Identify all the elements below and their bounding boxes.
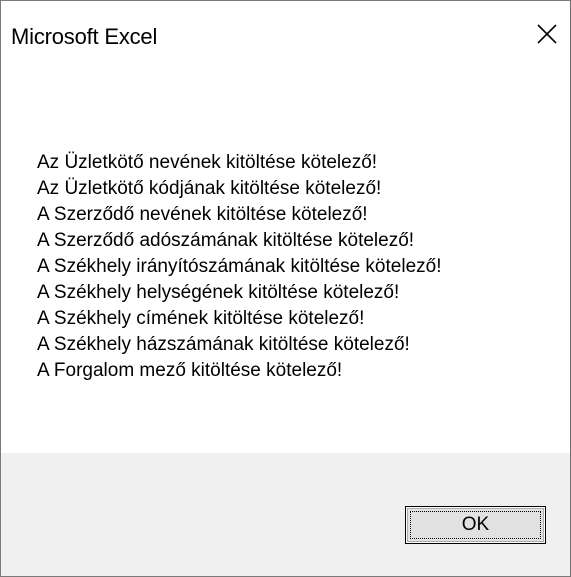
message-line: Az Üzletkötő kódjának kitöltése kötelező… — [37, 178, 382, 199]
message-line: A Forgalom mező kitöltése kötelező! — [37, 360, 343, 381]
ok-button-label: OK — [461, 514, 490, 535]
message-line: A Székhely házszámának kitöltése kötelez… — [37, 334, 410, 355]
message-line: A Székhely címének kitöltése kötelező! — [37, 308, 365, 329]
message-area: Az Üzletkötő nevének kitöltése kötelező!… — [1, 77, 570, 453]
close-icon — [537, 24, 557, 44]
message-box-dialog: Microsoft Excel Az Üzletkötő nevének kit… — [0, 0, 571, 577]
message-line: A Székhely helységének kitöltése kötelez… — [37, 282, 400, 303]
window-title: Microsoft Excel — [11, 24, 158, 49]
title-bar: Microsoft Excel — [1, 1, 570, 77]
message-line: A Szerződő adószámának kitöltése kötelez… — [37, 230, 415, 251]
close-button[interactable] — [524, 11, 570, 57]
message-list: Az Üzletkötő nevének kitöltése kötelező!… — [37, 150, 441, 384]
message-line: A Szerződő nevének kitöltése kötelező! — [37, 204, 368, 225]
button-bar: OK — [1, 453, 570, 576]
message-line: Az Üzletkötő nevének kitöltése kötelező! — [37, 152, 378, 173]
message-line: A Székhely irányítószámának kitöltése kö… — [37, 256, 442, 277]
ok-button[interactable]: OK — [405, 506, 546, 544]
